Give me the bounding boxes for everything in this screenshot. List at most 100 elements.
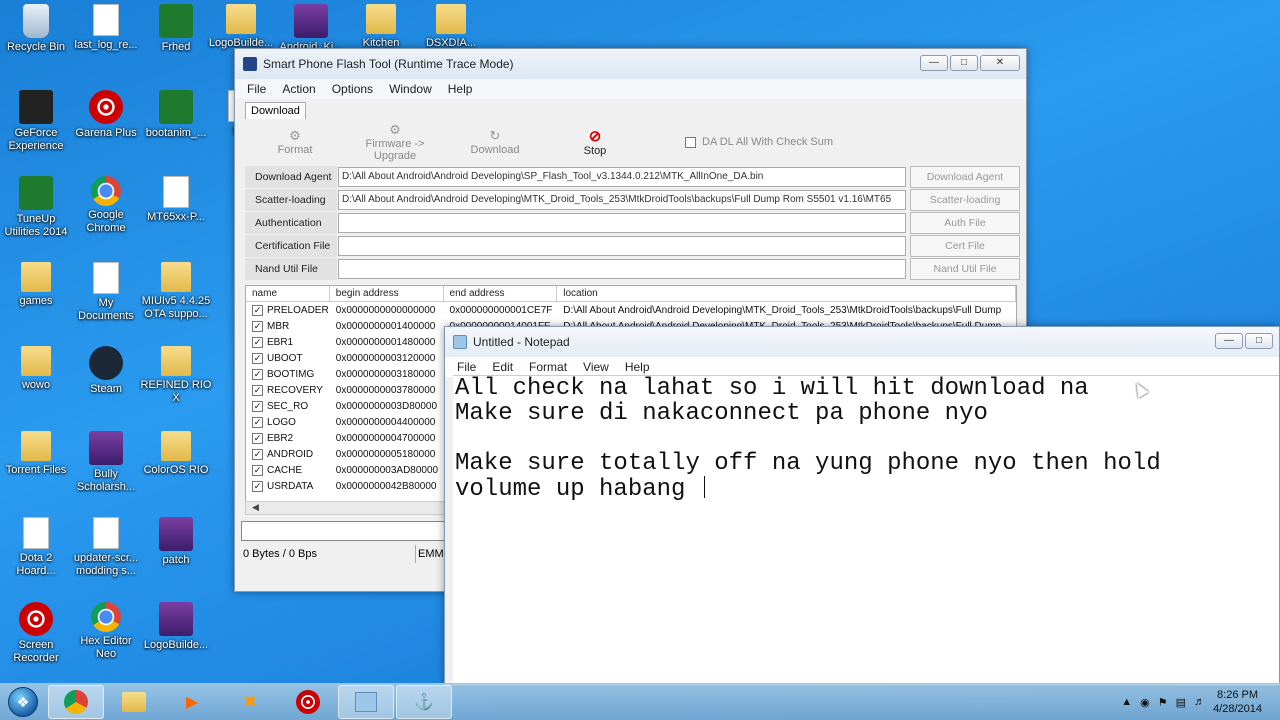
row-checkbox[interactable]: ✓ <box>252 384 263 396</box>
nand-field[interactable] <box>338 258 906 279</box>
action-center-icon[interactable]: ⚑ <box>1158 696 1168 709</box>
tab-download[interactable]: Download <box>245 102 306 119</box>
col-location[interactable]: location <box>557 286 1016 301</box>
tuneup-icon: ✖ <box>243 694 257 711</box>
menu-action[interactable]: Action <box>274 82 323 96</box>
row-checkbox[interactable]: ✓ <box>252 464 263 476</box>
notepad-window[interactable]: Untitled - Notepad — □ File Edit Format … <box>444 326 1280 686</box>
cert-field[interactable] <box>338 235 906 256</box>
desktop-icon[interactable]: Recycle Bin <box>0 4 72 54</box>
desktop-icon[interactable]: LogoBuilde... <box>140 602 212 652</box>
desktop-icon-label: bootanim_... <box>145 127 207 139</box>
cert-button[interactable]: Cert File <box>910 234 1020 257</box>
scatter-button[interactable]: Scatter-loading <box>910 188 1020 211</box>
taskbar-tuneup[interactable]: ✖ <box>222 685 278 719</box>
download-agent-button[interactable]: Download Agent <box>910 165 1020 188</box>
desktop-icon[interactable]: Kitchen <box>345 4 417 50</box>
menu-view[interactable]: View <box>575 360 617 374</box>
clock[interactable]: 8:26 PM 4/28/2014 <box>1213 688 1262 716</box>
minimize-button[interactable]: — <box>1215 333 1243 349</box>
menu-format[interactable]: Format <box>521 360 575 374</box>
row-checkbox[interactable]: ✓ <box>252 448 263 460</box>
taskbar-explorer[interactable] <box>106 685 162 719</box>
desktop-icon[interactable]: MIUIv5 4.4.25 OTA suppo... <box>140 262 212 321</box>
taskbar-notepad[interactable] <box>338 685 394 719</box>
nand-button[interactable]: Nand Util File <box>910 257 1020 280</box>
horizontal-scrollbar[interactable]: ◀ <box>245 501 445 515</box>
desktop-icon[interactable]: Bully Scholarsh... <box>70 431 142 494</box>
network-icon[interactable]: ▤ <box>1176 696 1186 709</box>
download-agent-field[interactable]: D:\All About Android\Android Developing\… <box>338 166 906 187</box>
taskbar-screen-recorder[interactable] <box>280 685 336 719</box>
da-checksum-checkbox[interactable]: DA DL All With Check Sum <box>685 136 833 148</box>
desktop-icon[interactable]: Frhed <box>140 4 212 54</box>
row-checkbox[interactable]: ✓ <box>252 336 263 348</box>
col-begin-address[interactable]: begin address <box>330 286 444 301</box>
desktop-icon[interactable]: REFINED RIO X <box>140 346 212 405</box>
download-button[interactable]: ↻ Download <box>445 128 545 156</box>
maximize-button[interactable]: □ <box>950 55 978 71</box>
desktop-icon[interactable]: Hex Editor Neo <box>70 602 142 661</box>
menu-help[interactable]: Help <box>617 360 658 374</box>
scatter-field[interactable]: D:\All About Android\Android Developing\… <box>338 189 906 210</box>
row-checkbox[interactable]: ✓ <box>252 352 263 364</box>
desktop-icon[interactable]: ColorOS RIO <box>140 431 212 477</box>
auth-field[interactable] <box>338 212 906 233</box>
minimize-button[interactable]: — <box>920 55 948 71</box>
row-checkbox[interactable]: ✓ <box>252 400 263 412</box>
steam-tray-icon[interactable]: ◉ <box>1140 696 1150 709</box>
desktop-icon[interactable]: Google Chrome <box>70 176 142 235</box>
text-line: Make sure totally off na yung phone nyo … <box>455 450 1161 477</box>
row-checkbox[interactable]: ✓ <box>252 416 263 428</box>
firmware-upgrade-button[interactable]: ⚙ Firmware -> Upgrade <box>345 122 445 162</box>
volume-icon[interactable]: ♬ <box>1194 696 1205 708</box>
desktop-icon[interactable]: Dota 2 Hoard... <box>0 517 72 578</box>
table-row[interactable]: ✓ PRELOADER 0x0000000000000000 0x0000000000… <box>246 302 1016 318</box>
desktop-icon[interactable]: LogoBuilde... <box>205 4 277 50</box>
taskbar-sp-flash-tool[interactable]: ⚓ <box>396 685 452 719</box>
menu-edit[interactable]: Edit <box>484 360 521 374</box>
format-button[interactable]: ⚙ Format <box>245 128 345 156</box>
desktop-icon[interactable]: DSXDIA... <box>415 4 487 50</box>
desktop-icon[interactable]: TuneUp Utilities 2014 <box>0 176 72 239</box>
desktop-icon[interactable]: Steam <box>70 346 142 396</box>
desktop-icon[interactable]: last_log_re... <box>70 4 142 52</box>
menu-file[interactable]: File <box>239 82 274 96</box>
auth-button[interactable]: Auth File <box>910 211 1020 234</box>
taskbar-media-player[interactable]: ▶ <box>164 685 220 719</box>
row-checkbox[interactable]: ✓ <box>252 304 263 316</box>
row-checkbox[interactable]: ✓ <box>252 432 263 444</box>
desktop-icon[interactable]: Android_Ki... <box>275 4 347 54</box>
row-checkbox[interactable]: ✓ <box>252 480 263 492</box>
menu-help[interactable]: Help <box>440 82 481 96</box>
desktop-icon[interactable]: games <box>0 262 72 308</box>
desktop-icon-label: games <box>19 295 53 307</box>
desktop-icon[interactable]: Screen Recorder <box>0 602 72 665</box>
menu-window[interactable]: Window <box>381 82 440 96</box>
desktop-icon[interactable]: My Documents <box>70 262 142 323</box>
row-checkbox[interactable]: ✓ <box>252 368 263 380</box>
text-area[interactable]: All check na lahat so i will hit downloa… <box>453 375 1279 685</box>
desktop-icon[interactable]: Torrent Files <box>0 431 72 477</box>
taskbar-chrome[interactable] <box>48 685 104 719</box>
col-name[interactable]: name <box>246 286 330 301</box>
desktop-icon[interactable]: updater-scr... modding s... <box>70 517 142 578</box>
desktop-icon[interactable]: patch <box>140 517 212 567</box>
title-bar[interactable]: Untitled - Notepad — □ <box>445 327 1279 357</box>
close-button[interactable]: ✕ <box>980 55 1020 71</box>
col-end-address[interactable]: end address <box>444 286 558 301</box>
desktop-icon[interactable]: MT65xx-P... <box>140 176 212 224</box>
stop-button[interactable]: ⊘ Stop <box>545 127 645 157</box>
row-checkbox[interactable]: ✓ <box>252 320 263 332</box>
maximize-button[interactable]: □ <box>1245 333 1273 349</box>
show-hidden-icons-icon[interactable]: ▲ <box>1121 696 1132 708</box>
desktop-icon[interactable]: Garena Plus <box>70 90 142 140</box>
desktop-icon[interactable]: bootanim_... <box>140 90 212 140</box>
menu-file[interactable]: File <box>449 360 484 374</box>
title-bar[interactable]: Smart Phone Flash Tool (Runtime Trace Mo… <box>235 49 1026 79</box>
menu-options[interactable]: Options <box>324 82 381 96</box>
desktop-icon-label: Bully Scholarsh... <box>76 468 136 493</box>
desktop-icon[interactable]: GeForce Experience <box>0 90 72 153</box>
desktop-icon[interactable]: wowo <box>0 346 72 392</box>
start-button[interactable]: ❖ <box>0 684 46 720</box>
